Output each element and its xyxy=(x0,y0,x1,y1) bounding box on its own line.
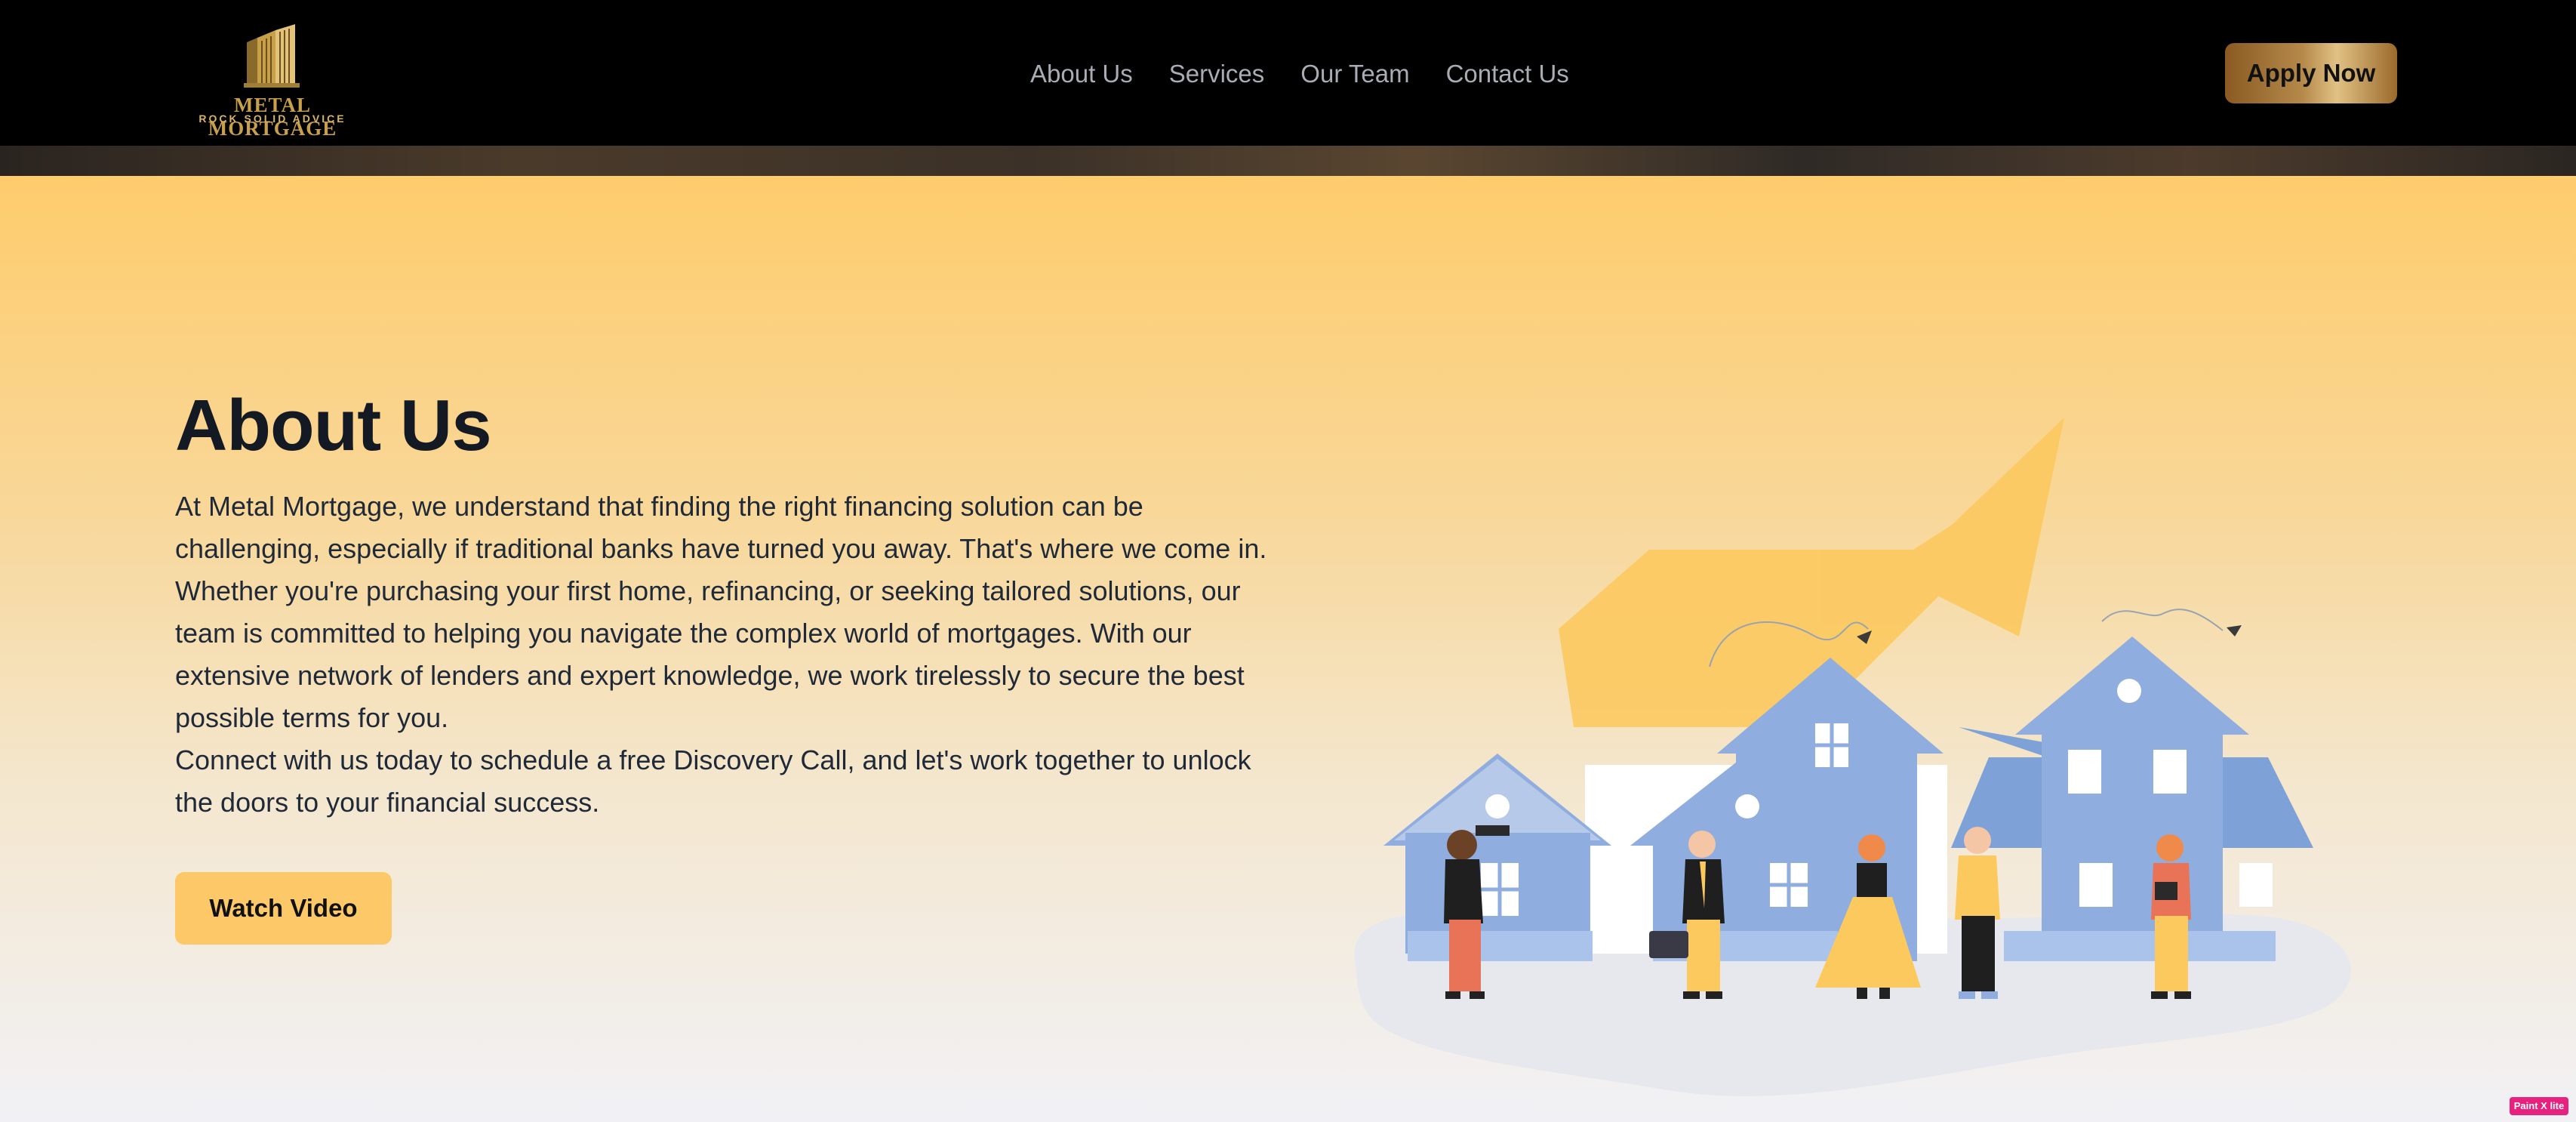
nav-item-about-us[interactable]: About Us xyxy=(1030,56,1133,92)
brand-tagline: ROCK SOLID ADVICE xyxy=(199,113,346,125)
brand-logo[interactable]: METAL MORTGAGE ROCK SOLID ADVICE xyxy=(178,20,367,140)
man-handshake xyxy=(1955,827,2000,999)
cta-paragraph: Connect with us today to schedule a free… xyxy=(175,744,1251,818)
building-icon xyxy=(244,24,300,88)
bird-trail-right xyxy=(2101,609,2224,631)
about-paragraph: At Metal Mortgage, we understand that fi… xyxy=(175,491,1267,733)
nav-item-our-team[interactable]: Our Team xyxy=(1300,56,1409,92)
about-us-section: About Us At Metal Mortgage, we understan… xyxy=(0,176,2576,1122)
house-left xyxy=(1383,754,1611,961)
page-title: About Us xyxy=(175,385,492,466)
corner-badge: Paint X lite xyxy=(2510,1097,2568,1115)
header-image-strip xyxy=(0,146,2576,176)
apply-now-button[interactable]: Apply Now xyxy=(2225,43,2397,103)
top-navbar: METAL MORTGAGE ROCK SOLID ADVICE About U… xyxy=(0,0,2576,146)
houses-illustration xyxy=(1354,418,2351,1096)
main-nav: About Us Services Our Team Contact Us xyxy=(1030,56,1569,92)
nav-item-contact-us[interactable]: Contact Us xyxy=(1446,56,1569,92)
nav-item-services[interactable]: Services xyxy=(1169,56,1265,92)
watch-video-button[interactable]: Watch Video xyxy=(175,872,392,945)
house-right-tall xyxy=(1951,637,2313,961)
